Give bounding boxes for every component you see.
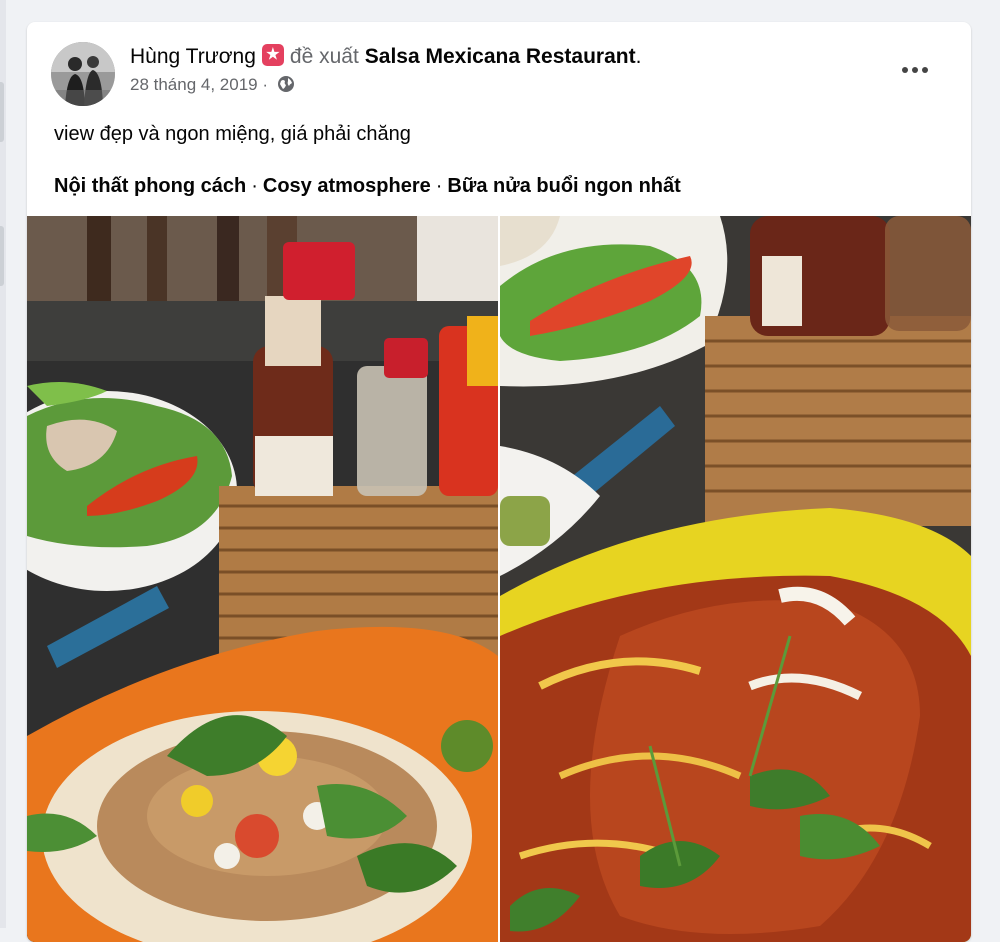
header-period: .: [635, 45, 642, 68]
page-name[interactable]: Salsa Mexicana Restaurant: [365, 45, 636, 68]
globe-icon[interactable]: [277, 75, 295, 93]
meta-dot: ·: [262, 75, 269, 94]
tag-item[interactable]: Nội thất phong cách: [54, 175, 246, 197]
tag-item[interactable]: Cosy atmosphere: [263, 175, 431, 197]
post-date[interactable]: 28 tháng 4, 2019: [130, 75, 258, 94]
more-options-button[interactable]: [895, 50, 935, 90]
avatar[interactable]: [51, 42, 115, 106]
more-dot: [922, 67, 928, 73]
recommendation-tags: Nội thất phong cách · Cosy atmosphere · Bữa …: [54, 175, 681, 198]
post-card: Hùng Trương đề xuất Salsa Mexicana Restaur…: [27, 22, 971, 942]
post-photo-taco[interactable]: [27, 216, 498, 942]
tag-separator: ·: [435, 175, 443, 197]
left-scroll-edge: [0, 0, 6, 928]
post-header-line: Hùng Trương đề xuất Salsa Mexicana Restaur…: [130, 44, 641, 69]
more-dot: [902, 67, 908, 73]
recommend-star-icon: [261, 44, 284, 66]
author-name[interactable]: Hùng Trương: [130, 45, 256, 68]
edge-marker: [0, 82, 4, 142]
post-body-text: view đẹp và ngon miệng, giá phải chăng: [54, 123, 411, 145]
tag-separator: ·: [251, 175, 258, 197]
more-dot: [912, 67, 918, 73]
edge-marker: [0, 226, 4, 286]
post-meta: 28 tháng 4, 2019 ·: [130, 75, 295, 95]
post-photo-enchilada[interactable]: [500, 216, 971, 942]
tag-item[interactable]: Bữa nửa buổi ngon nhất: [447, 175, 680, 197]
recommend-verb: đề xuất: [289, 45, 359, 68]
